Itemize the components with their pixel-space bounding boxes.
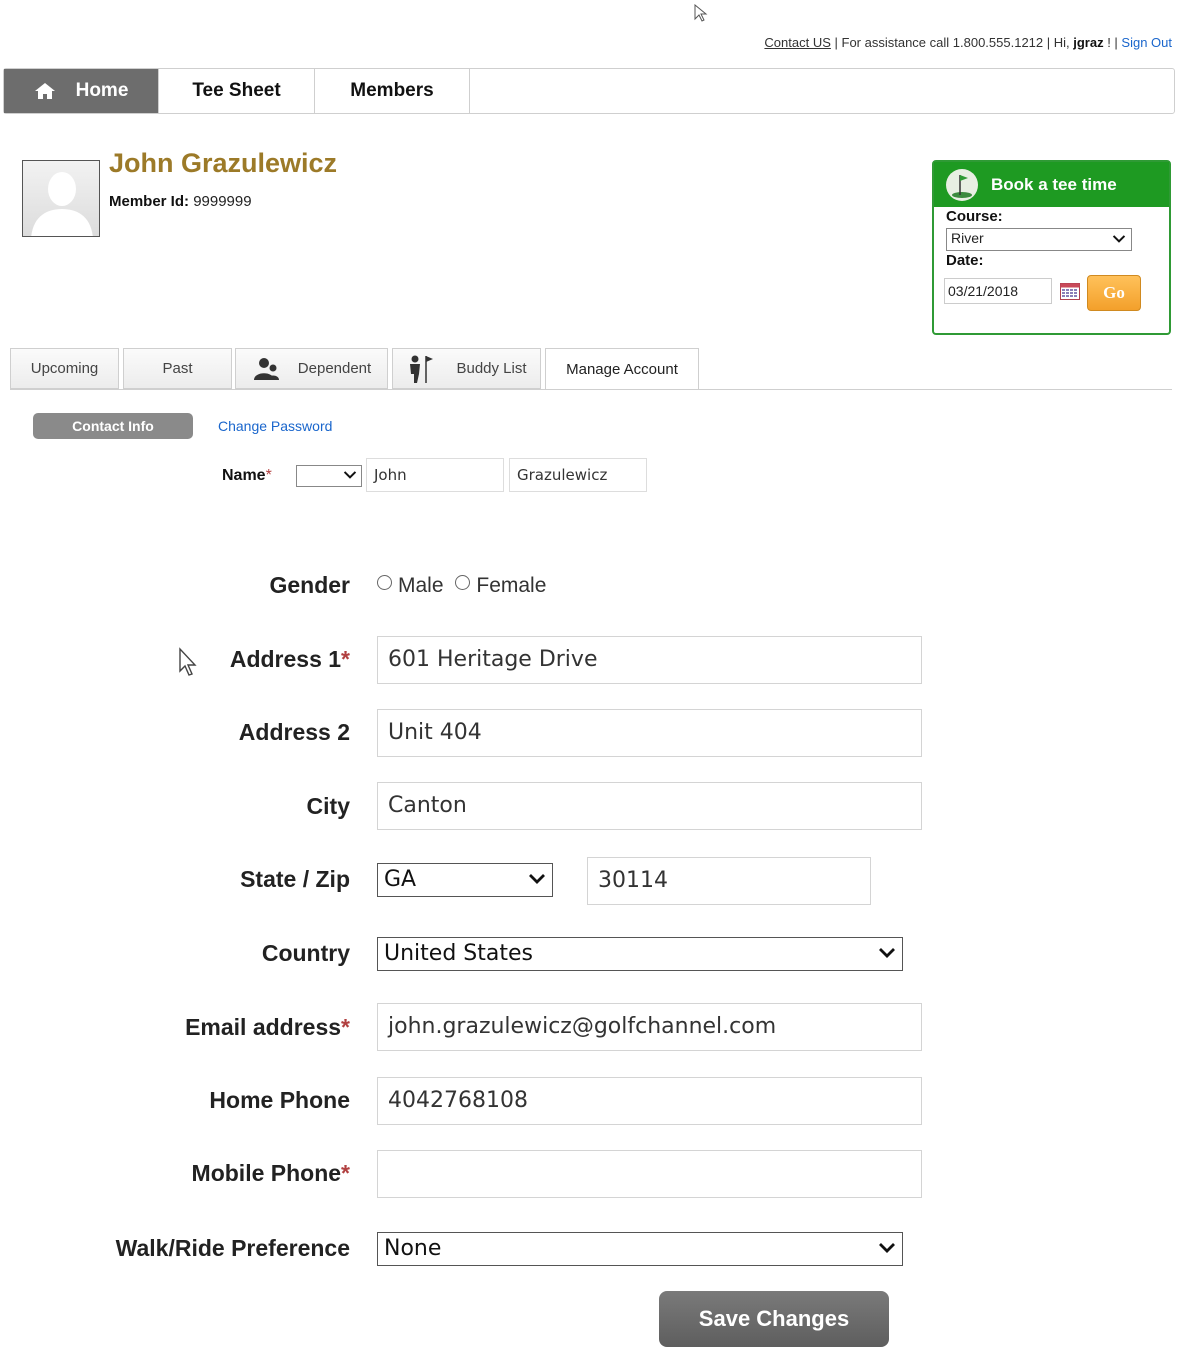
tab-past-label: Past <box>162 360 193 377</box>
assistance-suffix: ! | <box>1103 35 1122 50</box>
name-label: Name* <box>222 467 272 484</box>
gender-male-option[interactable]: Male <box>377 574 444 597</box>
gender-options: Male Female <box>377 574 546 598</box>
nav-home[interactable]: Home <box>4 69 159 113</box>
name-prefix-select[interactable] <box>296 465 362 487</box>
address2-input[interactable]: Unit 404 <box>377 709 922 757</box>
member-id-label: Member Id: <box>109 193 190 210</box>
radio-male[interactable] <box>377 575 392 590</box>
city-label: City <box>306 793 350 819</box>
gender-male-label: Male <box>398 574 444 597</box>
go-button[interactable]: Go <box>1087 275 1141 311</box>
nav-tee-sheet[interactable]: Tee Sheet <box>159 69 315 113</box>
mobile-phone-label: Mobile Phone* <box>191 1160 350 1186</box>
required-mark: * <box>341 1014 350 1040</box>
tab-upcoming[interactable]: Upcoming <box>10 348 119 389</box>
state-select[interactable]: GA <box>377 863 553 897</box>
required-mark: * <box>341 646 350 672</box>
tab-dependent[interactable]: Dependent <box>235 348 388 389</box>
mouse-cursor-icon <box>694 3 708 27</box>
course-select[interactable]: River <box>946 228 1132 251</box>
gender-female-option[interactable]: Female <box>455 574 546 597</box>
save-changes-button[interactable]: Save Changes <box>659 1291 889 1347</box>
change-password-link[interactable]: Change Password <box>218 418 332 434</box>
tab-past[interactable]: Past <box>123 348 232 389</box>
assistance-bar: Contact US | For assistance call 1.800.5… <box>764 35 1172 50</box>
book-tee-time-header: Book a tee time <box>934 162 1169 207</box>
nav-tee-sheet-label: Tee Sheet <box>192 80 281 101</box>
address2-label: Address 2 <box>238 719 350 745</box>
course-value: River <box>951 230 984 246</box>
date-input[interactable]: 03/21/2018 <box>944 278 1052 304</box>
sign-out-link[interactable]: Sign Out <box>1121 35 1172 50</box>
home-phone-label: Home Phone <box>209 1087 350 1113</box>
address1-label: Address 1* <box>229 646 350 672</box>
mobile-phone-input[interactable] <box>377 1150 922 1198</box>
country-label: Country <box>261 940 350 966</box>
member-name: John Grazulewicz <box>109 148 338 178</box>
nav-members-label: Members <box>350 80 434 101</box>
first-name-input[interactable]: John <box>366 458 504 492</box>
nav-members[interactable]: Members <box>315 69 470 113</box>
tab-manage-account-label: Manage Account <box>566 360 678 378</box>
home-phone-input[interactable]: 4042768108 <box>377 1077 922 1125</box>
chevron-down-icon <box>343 471 357 479</box>
required-mark: * <box>265 467 272 484</box>
assistance-text: | For assistance call 1.800.555.1212 | H… <box>830 35 1074 50</box>
gender-female-label: Female <box>476 574 547 597</box>
calendar-icon[interactable] <box>1060 283 1080 300</box>
dependent-icon <box>253 357 279 380</box>
tab-divider <box>10 389 1172 390</box>
tab-dependent-label: Dependent <box>297 360 372 377</box>
nav-home-label: Home <box>75 80 129 101</box>
required-mark: * <box>341 1160 350 1186</box>
contact-info-pill[interactable]: Contact Info <box>33 413 193 439</box>
buddy-icon <box>410 355 434 383</box>
walk-ride-label: Walk/Ride Preference <box>115 1235 350 1261</box>
book-tee-time-widget: Book a tee time Course: River Date: 03/2… <box>932 160 1171 335</box>
walk-ride-value: None <box>384 1236 442 1261</box>
chevron-down-icon <box>529 874 545 884</box>
gender-label: Gender <box>269 572 350 598</box>
golf-flag-icon <box>946 168 978 201</box>
chevron-down-icon <box>1112 235 1126 243</box>
chevron-down-icon <box>879 948 895 958</box>
walk-ride-select[interactable]: None <box>377 1232 903 1266</box>
member-id-value: 9999999 <box>193 193 252 210</box>
radio-female[interactable] <box>455 575 471 590</box>
main-nav: Home Tee Sheet Members <box>3 68 1175 114</box>
mouse-cursor-icon <box>178 647 198 682</box>
zip-input[interactable]: 30114 <box>587 857 871 905</box>
username: jgraz <box>1073 35 1104 50</box>
country-value: United States <box>384 941 533 966</box>
contact-us-link[interactable]: Contact US <box>764 35 830 50</box>
avatar <box>22 160 100 237</box>
email-label: Email address* <box>185 1014 350 1040</box>
address1-input[interactable]: 601 Heritage Drive <box>377 636 922 684</box>
date-label: Date: <box>946 252 984 269</box>
state-value: GA <box>384 867 417 892</box>
book-tee-time-title: Book a tee time <box>991 174 1117 194</box>
country-select[interactable]: United States <box>377 937 903 971</box>
course-label: Course: <box>946 208 1003 225</box>
last-name-input[interactable]: Grazulewicz <box>509 458 647 492</box>
city-input[interactable]: Canton <box>377 782 922 830</box>
tab-upcoming-label: Upcoming <box>30 360 99 377</box>
state-zip-label: State / Zip <box>240 866 350 892</box>
email-input[interactable]: john.grazulewicz@golfchannel.com <box>377 1003 922 1051</box>
home-icon <box>34 82 56 100</box>
tab-manage-account[interactable]: Manage Account <box>545 348 699 390</box>
tab-buddy-list-label: Buddy List <box>456 360 527 377</box>
tab-buddy-list[interactable]: Buddy List <box>392 348 541 389</box>
chevron-down-icon <box>879 1243 895 1253</box>
member-id: Member Id: 9999999 <box>109 193 252 210</box>
